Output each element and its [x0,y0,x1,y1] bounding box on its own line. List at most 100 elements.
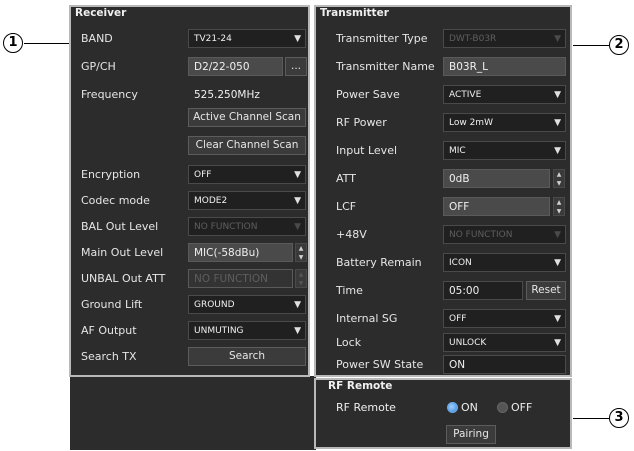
plus48v-value: NO FUNCTION [449,230,513,240]
callout-3-leader [573,418,609,419]
chevron-down-icon: ▼ [294,34,301,44]
unbal-att-value: NO FUNCTION [194,273,268,285]
receiver-panel: Receiver BAND TV21-24 ▼ GP/CH D2/22-050 … [69,5,310,377]
tx-type-value: DWT-B03R [449,34,497,44]
rf-remote-label: RF Remote [336,401,396,414]
chevron-down-icon: ▼ [294,326,301,336]
main-out-field[interactable]: MIC(-58dBu) [188,243,293,262]
time-label: Time [336,284,363,297]
input-level-label: Input Level [336,144,398,157]
tx-name-field[interactable]: B03R_L [443,57,566,76]
chevron-down-icon: ▼ [554,230,561,240]
unbal-att-stepper: ▲ ▼ [295,269,307,288]
chevron-down-icon: ▼ [554,338,561,348]
af-output-row: AF Output UNMUTING ▼ [71,319,308,343]
time-field[interactable]: 05:00 [443,281,523,300]
search-button[interactable]: Search [188,347,306,366]
battery-select[interactable]: ICON ▼ [443,253,566,272]
main-out-stepper[interactable]: ▲ ▼ [295,243,307,262]
frequency-value: 525.250MHz [194,89,260,101]
tx-type-select: DWT-B03R ▼ [443,29,566,48]
input-level-row: Input Level MIC ▼ [316,139,570,163]
att-label: ATT [336,172,356,185]
tx-name-value: B03R_L [449,61,488,73]
att-field[interactable]: 0dB [443,169,550,188]
rf-power-row: RF Power Low 2mW ▼ [316,111,570,135]
att-value: 0dB [449,173,470,185]
rf-remote-on-radio[interactable] [447,402,458,413]
clear-channel-scan-button[interactable]: Clear Channel Scan [188,136,306,155]
power-save-select[interactable]: ACTIVE ▼ [443,85,566,104]
power-sw-label: Power SW State [336,358,424,371]
input-level-value: MIC [449,146,466,156]
chevron-down-icon: ▼ [294,222,301,232]
main-out-row: Main Out Level MIC(-58dBu) ▲ ▼ [71,241,308,265]
reset-button[interactable]: Reset [526,281,566,300]
main-out-value: MIC(-58dBu) [194,247,260,259]
chevron-down-icon: ▼ [294,196,301,206]
lock-row: Lock UNLOCK ▼ [316,331,570,355]
spin-up-icon: ▲ [556,171,562,178]
band-value: TV21-24 [194,34,232,44]
bal-out-row: BAL Out Level NO FUNCTION ▼ [71,215,308,239]
encryption-row: Encryption OFF ▼ [71,163,308,187]
codec-row: Codec mode MODE2 ▼ [71,189,308,213]
spin-down-icon: ▼ [556,180,562,187]
gpch-value: D2/22-050 [194,61,250,73]
encryption-select[interactable]: OFF ▼ [188,165,306,184]
power-save-label: Power Save [336,88,400,101]
lcf-stepper[interactable]: ▲ ▼ [553,197,565,216]
transmitter-panel: Transmitter Transmitter Type DWT-B03R ▼ … [314,5,572,377]
power-sw-value: ON [449,359,466,371]
spin-up-icon: ▲ [556,199,562,206]
ground-lift-value: GROUND [194,300,235,310]
frequency-field: 525.250MHz [188,85,306,104]
rf-remote-row: RF Remote ON OFF [316,397,570,418]
callout-2-leader [573,45,609,46]
att-stepper[interactable]: ▲ ▼ [553,169,565,188]
internal-sg-select[interactable]: OFF ▼ [443,309,566,328]
rf-remote-on-label: ON [461,401,478,414]
ground-lift-row: Ground Lift GROUND ▼ [71,293,308,317]
lock-select[interactable]: UNLOCK ▼ [443,333,566,352]
ground-lift-select[interactable]: GROUND ▼ [188,295,306,314]
power-save-row: Power Save ACTIVE ▼ [316,83,570,107]
unbal-att-row: UNBAL Out ATT NO FUNCTION ▲ ▼ [71,267,308,291]
band-select[interactable]: TV21-24 ▼ [188,29,306,48]
time-value: 05:00 [449,285,480,297]
gpch-row: GP/CH D2/22-050 ... [71,55,308,79]
band-label: BAND [81,32,113,45]
pairing-button[interactable]: Pairing [446,425,496,444]
tx-type-row: Transmitter Type DWT-B03R ▼ [316,27,570,51]
codec-select[interactable]: MODE2 ▼ [188,191,306,210]
internal-sg-label: Internal SG [336,312,398,325]
chevron-down-icon: ▼ [294,170,301,180]
af-output-select[interactable]: UNMUTING ▼ [188,321,306,340]
internal-sg-value: OFF [449,314,467,324]
active-channel-scan-button[interactable]: Active Channel Scan [188,108,306,127]
callout-1-leader [24,43,70,44]
codec-value: MODE2 [194,196,228,206]
gpch-label: GP/CH [81,60,116,73]
rf-power-select[interactable]: Low 2mW ▼ [443,113,566,132]
spin-down-icon: ▼ [298,280,304,287]
gpch-field[interactable]: D2/22-050 [188,57,283,76]
input-level-select[interactable]: MIC ▼ [443,141,566,160]
af-output-label: AF Output [81,324,137,337]
bal-out-select: NO FUNCTION ▼ [188,217,306,236]
tx-name-row: Transmitter Name B03R_L [316,55,570,79]
gpch-more-button[interactable]: ... [285,57,307,76]
rf-remote-off-radio[interactable] [497,402,508,413]
tx-name-label: Transmitter Name [336,60,435,73]
chevron-down-icon: ▼ [554,34,561,44]
callout-1: 1 [3,33,23,53]
power-sw-value-box: ON [443,355,566,374]
lcf-field[interactable]: OFF [443,197,550,216]
background-area [70,376,316,450]
lcf-value: OFF [449,201,470,213]
time-row: Time 05:00 Reset [316,279,570,303]
frequency-label: Frequency [81,88,138,101]
chevron-down-icon: ▼ [554,314,561,324]
spin-down-icon: ▼ [298,254,304,261]
chevron-down-icon: ▼ [554,146,561,156]
